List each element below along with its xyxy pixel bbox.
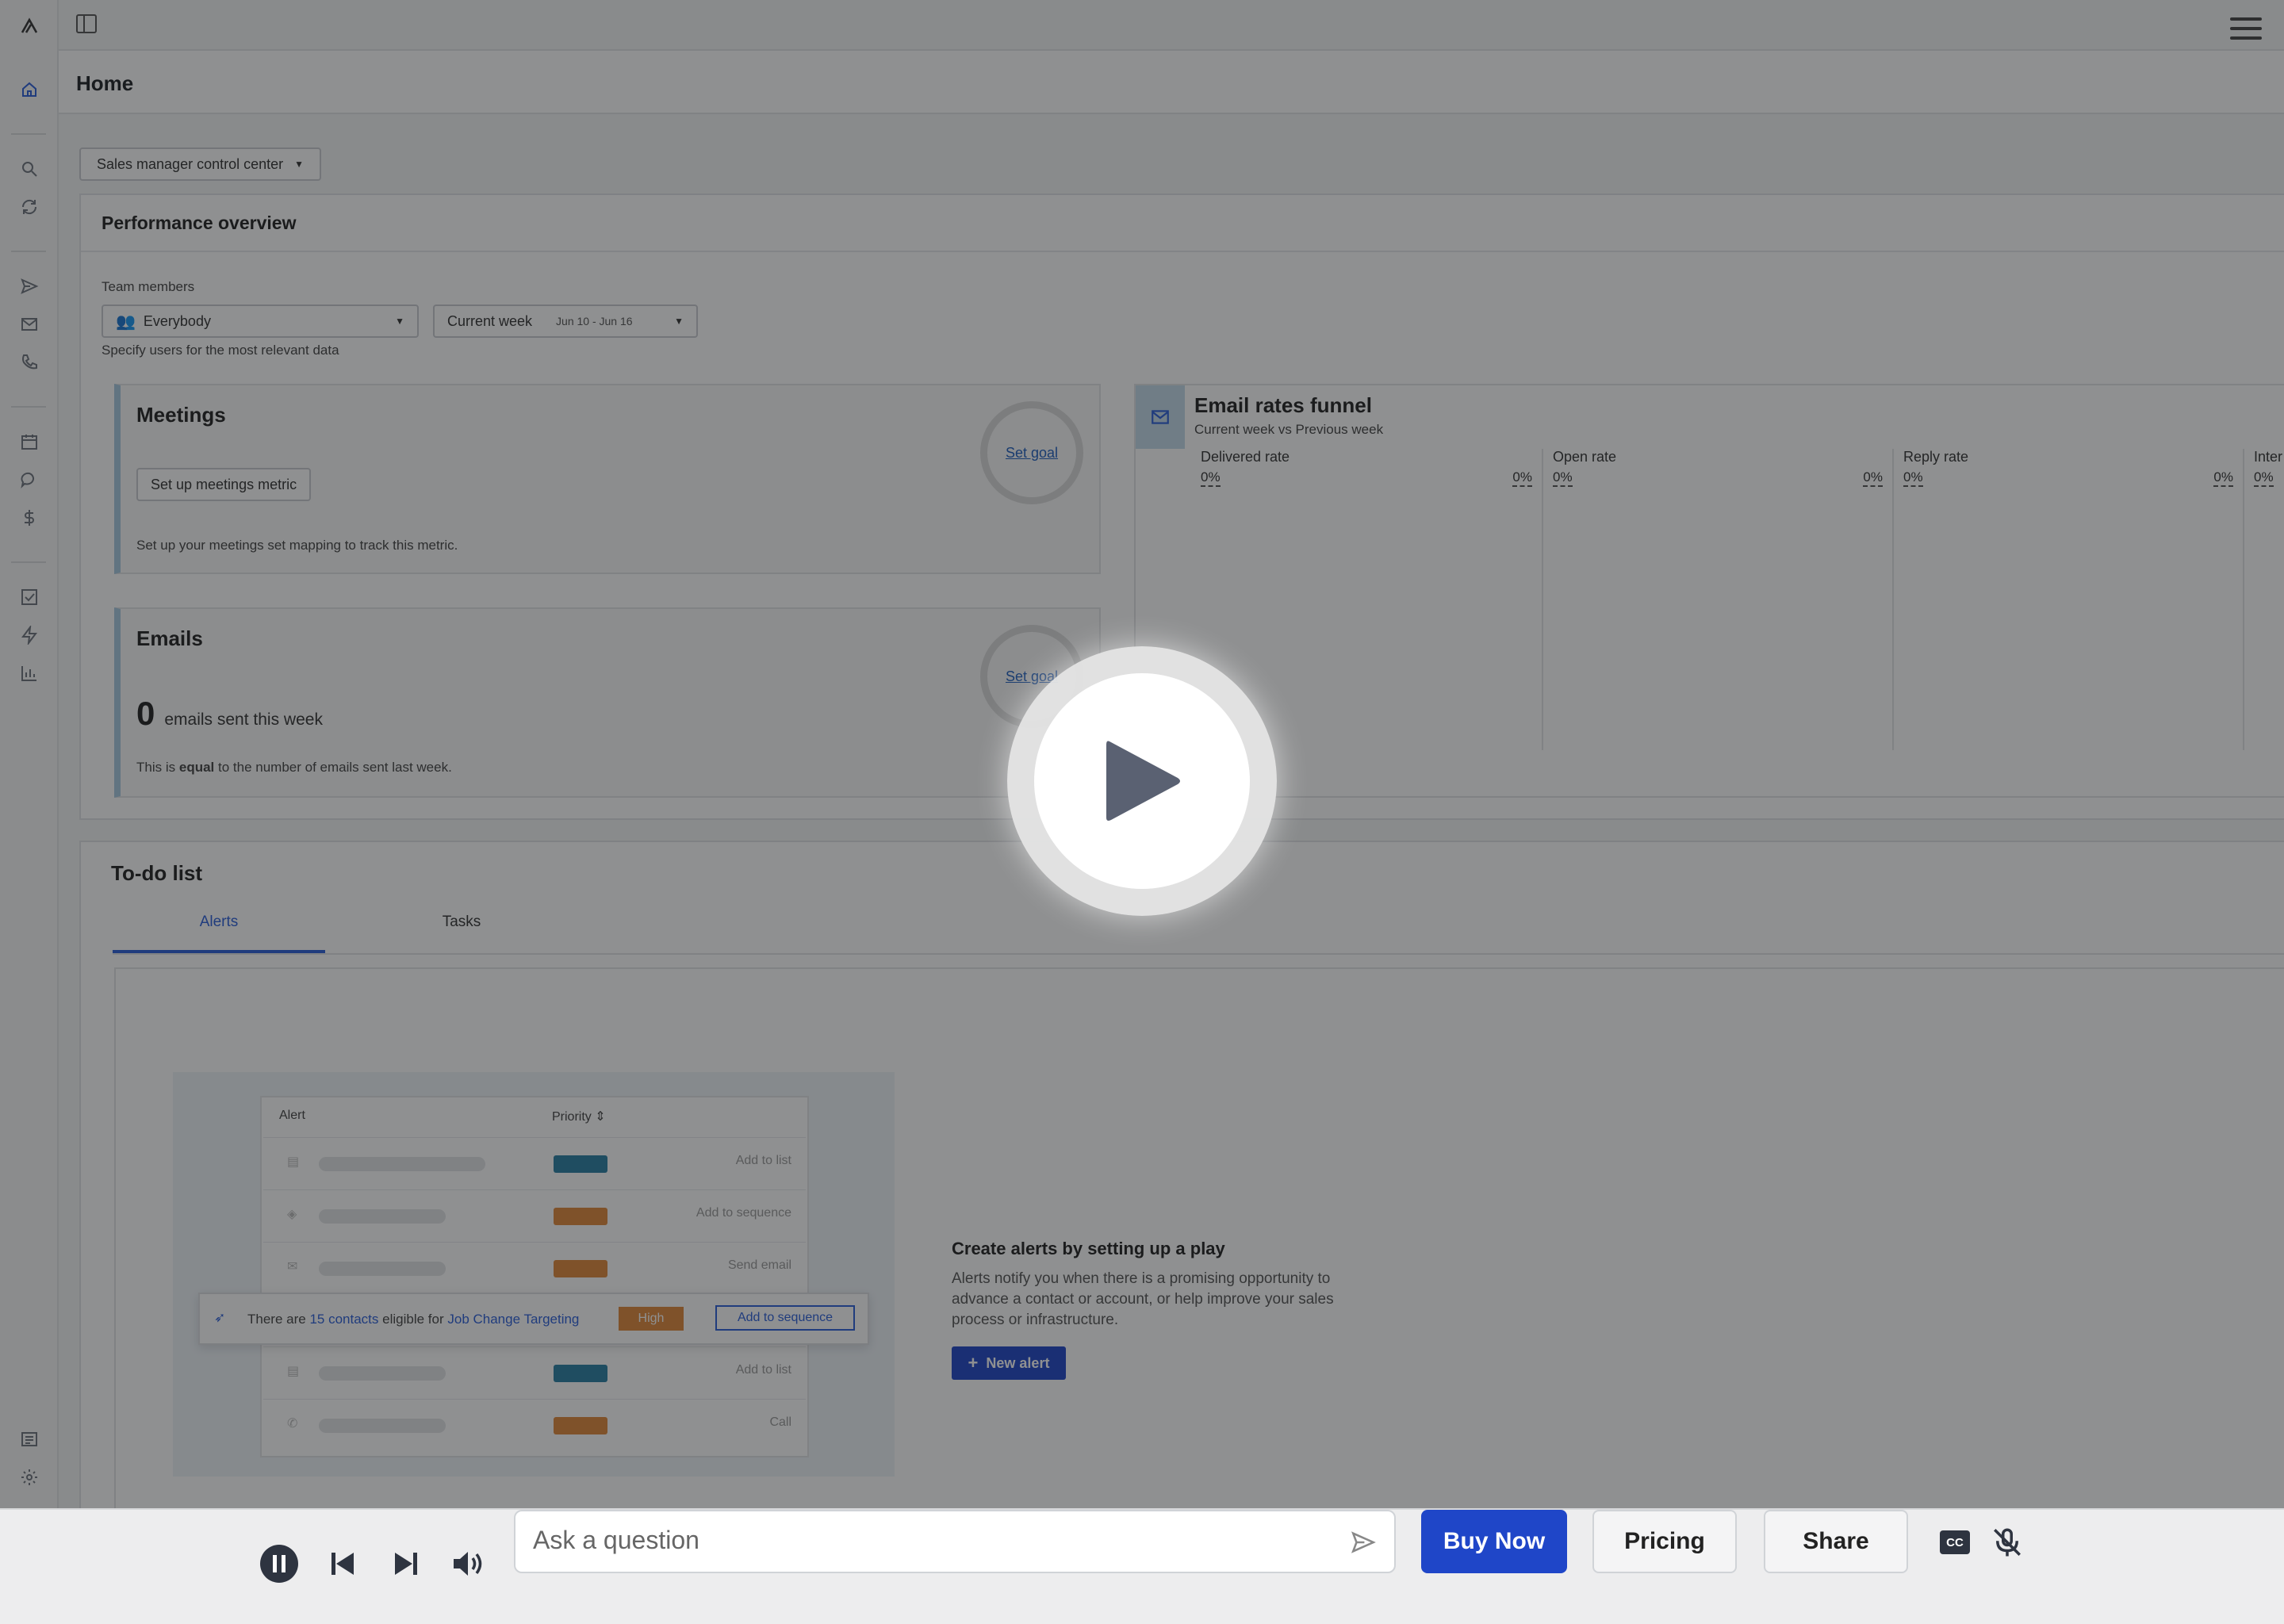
share-button[interactable]: Share — [1764, 1510, 1908, 1573]
captions-button[interactable]: CC — [1940, 1530, 1970, 1554]
ask-question-field[interactable] — [514, 1510, 1396, 1573]
play-icon — [1106, 741, 1180, 821]
mic-off-icon[interactable] — [1991, 1526, 2024, 1559]
pause-icon[interactable] — [257, 1542, 301, 1586]
play-button[interactable] — [1007, 646, 1277, 916]
volume-icon[interactable] — [447, 1542, 492, 1586]
play-button-inner — [1034, 673, 1250, 889]
buy-now-button[interactable]: Buy Now — [1421, 1510, 1567, 1573]
pricing-button[interactable]: Pricing — [1592, 1510, 1737, 1573]
send-icon[interactable] — [1350, 1529, 1377, 1560]
skip-forward-icon[interactable] — [384, 1542, 428, 1586]
skip-back-icon[interactable] — [320, 1542, 365, 1586]
ask-question-input[interactable] — [533, 1526, 1326, 1555]
